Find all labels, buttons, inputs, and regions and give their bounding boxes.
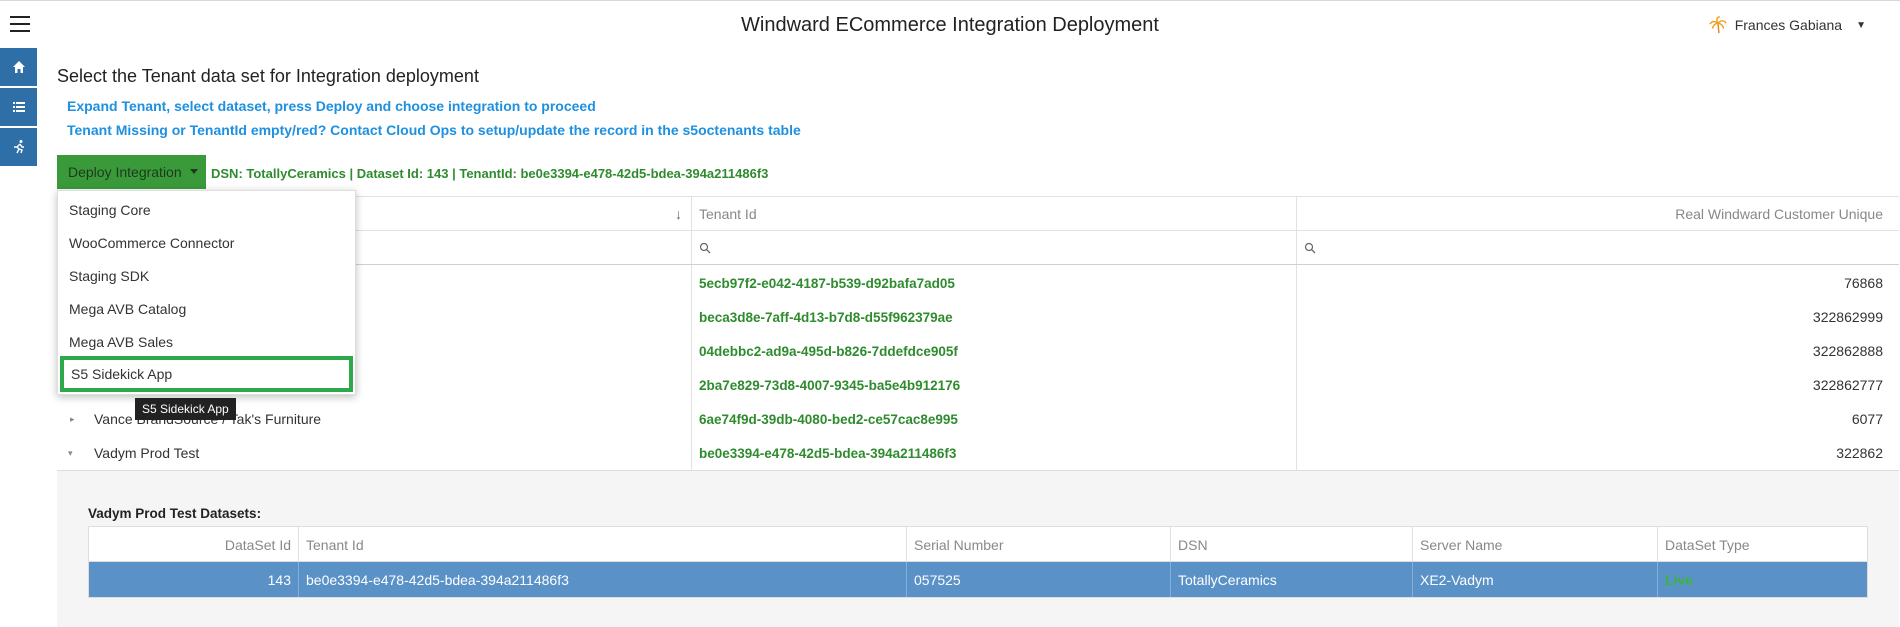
tenant-id-filter-input[interactable] bbox=[699, 231, 1289, 264]
table-row[interactable]: ▸ Vance BrandSource / Tak's Furniture 6a… bbox=[57, 402, 1899, 436]
server-name-cell: XE2-Vadym bbox=[1413, 562, 1658, 597]
menu-item-staging-sdk[interactable]: Staging SDK bbox=[58, 259, 355, 292]
tenant-id-cell: be0e3394-e478-42d5-bdea-394a211486f3 bbox=[699, 445, 957, 461]
nav-runner-button[interactable] bbox=[0, 128, 37, 166]
dataset-detail-panel: Vadym Prod Test Datasets: DataSet Id Ten… bbox=[57, 470, 1899, 627]
menu-item-s5-sidekick-app[interactable]: S5 Sidekick App bbox=[60, 356, 353, 392]
info-instructions: Expand Tenant, select dataset, press Dep… bbox=[67, 98, 596, 114]
column-header-serial-number[interactable]: Serial Number bbox=[907, 527, 1171, 562]
runner-icon bbox=[13, 140, 24, 154]
hamburger-menu-icon[interactable] bbox=[10, 16, 30, 32]
caret-down-icon bbox=[190, 169, 198, 174]
tenant-id-cell: beca3d8e-7aff-4d13-b7d8-d55f962379ae bbox=[699, 309, 953, 325]
tenant-id-cell: 6ae74f9d-39db-4080-bed2-ce57cac8e995 bbox=[699, 411, 958, 427]
customer-unique-cell: 322862888 bbox=[1812, 343, 1883, 359]
home-icon bbox=[12, 61, 25, 73]
menu-item-mega-avb-catalog[interactable]: Mega AVB Catalog bbox=[58, 292, 355, 325]
column-header-dataset-type[interactable]: DataSet Type bbox=[1658, 527, 1867, 562]
user-menu[interactable]: Frances Gabiana ▼ bbox=[1708, 16, 1866, 34]
column-header-dsn[interactable]: DSN bbox=[1171, 527, 1413, 562]
side-nav bbox=[0, 48, 37, 168]
app-title: Windward ECommerce Integration Deploymen… bbox=[741, 14, 1159, 36]
detail-title: Vadym Prod Test Datasets: bbox=[88, 506, 262, 521]
collapse-row-icon[interactable]: ▾ bbox=[68, 436, 80, 470]
column-header-tenant-id[interactable]: Tenant Id bbox=[699, 197, 1289, 230]
user-name: Frances Gabiana bbox=[1734, 17, 1843, 33]
dataset-table: DataSet Id Tenant Id Serial Number DSN S… bbox=[88, 526, 1868, 598]
dataset-id-cell: 143 bbox=[89, 562, 299, 597]
list-icon bbox=[12, 102, 25, 112]
info-contact: Tenant Missing or TenantId empty/red? Co… bbox=[67, 122, 801, 138]
customer-unique-cell: 76868 bbox=[1844, 275, 1883, 291]
dsn-info: DSN: TotallyCeramics | Dataset Id: 143 |… bbox=[211, 166, 769, 181]
customer-unique-cell: 322862777 bbox=[1812, 377, 1883, 393]
sort-arrow-icon[interactable]: ↓ bbox=[675, 197, 689, 230]
chevron-down-icon: ▼ bbox=[1856, 19, 1866, 31]
column-header-tenant-id[interactable]: Tenant Id bbox=[299, 527, 907, 562]
nav-home-button[interactable] bbox=[0, 48, 37, 86]
column-header-dataset-id[interactable]: DataSet Id bbox=[89, 527, 299, 562]
tenant-id-cell: 5ecb97f2-e042-4187-b539-d92bafa7ad05 bbox=[699, 275, 955, 291]
dsn-cell: TotallyCeramics bbox=[1171, 562, 1413, 597]
customer-unique-cell: 322862 bbox=[1836, 445, 1883, 461]
customer-unique-cell: 322862999 bbox=[1812, 309, 1883, 325]
expand-row-icon[interactable]: ▸ bbox=[70, 402, 82, 436]
deploy-integration-label: Deploy Integration bbox=[68, 164, 182, 180]
customer-unique-filter-input[interactable] bbox=[1304, 231, 1893, 264]
tenant-id-cell: 04debbc2-ad9a-495d-b826-7ddefdce905f bbox=[699, 343, 958, 359]
page-heading: Select the Tenant data set for Integrati… bbox=[57, 66, 479, 86]
customer-unique-cell: 6077 bbox=[1851, 411, 1883, 427]
nav-list-button[interactable] bbox=[0, 88, 37, 126]
tenant-name-cell: Vadym Prod Test bbox=[94, 445, 200, 461]
serial-number-cell: 057525 bbox=[907, 562, 1171, 597]
menu-item-woocommerce-connector[interactable]: WooCommerce Connector bbox=[58, 226, 355, 259]
column-header-server-name[interactable]: Server Name bbox=[1413, 527, 1658, 562]
search-icon bbox=[699, 242, 711, 253]
column-header-customer-unique[interactable]: Real Windward Customer Unique bbox=[1302, 197, 1891, 230]
dataset-header-row: DataSet Id Tenant Id Serial Number DSN S… bbox=[89, 527, 1867, 562]
tooltip: S5 Sidekick App bbox=[135, 398, 236, 420]
menu-item-staging-core[interactable]: Staging Core bbox=[58, 193, 355, 226]
menu-item-mega-avb-sales[interactable]: Mega AVB Sales bbox=[58, 325, 355, 358]
dataset-type-cell: Live bbox=[1665, 571, 1694, 588]
table-row[interactable]: ▾ Vadym Prod Test be0e3394-e478-42d5-bde… bbox=[57, 436, 1899, 470]
tenant-id-cell: 2ba7e829-73d8-4007-9345-ba5e4b912176 bbox=[699, 377, 961, 393]
dataset-row-selected[interactable]: 143 be0e3394-e478-42d5-bdea-394a211486f3… bbox=[89, 562, 1867, 597]
tenant-id-cell: be0e3394-e478-42d5-bdea-394a211486f3 bbox=[299, 562, 907, 597]
palm-tree-icon bbox=[1708, 16, 1727, 34]
deploy-integration-button[interactable]: Deploy Integration bbox=[57, 155, 206, 189]
integration-dropdown-menu: Staging Core WooCommerce Connector Stagi… bbox=[57, 190, 356, 395]
search-icon bbox=[1304, 242, 1316, 253]
top-bar: Windward ECommerce Integration Deploymen… bbox=[0, 0, 1900, 48]
